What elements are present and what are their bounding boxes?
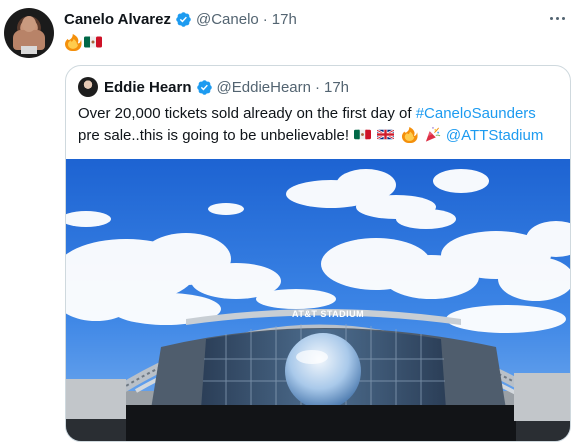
avatar-shorts <box>21 46 37 54</box>
quoted-text-line1: Over 20,000 tickets sold already on the … <box>78 105 412 122</box>
quoted-tweet-card[interactable]: Eddie Hearn @EddieHearn · 17h Over 20,00… <box>65 65 571 442</box>
more-options-icon[interactable] <box>544 8 570 28</box>
party-popper-emoji-icon <box>424 126 441 143</box>
uk-flag-emoji-icon <box>376 126 395 143</box>
quoted-tweet-header: Eddie Hearn @EddieHearn · 17h <box>78 77 349 97</box>
author-handle[interactable]: @Canelo <box>196 11 259 28</box>
author-name[interactable]: Canelo Alvarez <box>64 11 171 28</box>
quoted-tweet-text: Over 20,000 tickets sold already on the … <box>78 103 562 147</box>
quoted-verified-badge-icon <box>196 79 213 96</box>
mexico-flag-emoji-icon <box>84 33 102 51</box>
attached-stadium-photo[interactable]: AT&T STADIUM <box>66 159 570 441</box>
mexico-flag-emoji-icon <box>354 126 372 143</box>
quoted-author-avatar[interactable] <box>78 77 98 97</box>
quoted-timestamp[interactable]: 17h <box>324 79 349 96</box>
verified-badge-icon <box>175 11 192 28</box>
quoted-author-name[interactable]: Eddie Hearn <box>104 79 192 96</box>
tweet-header: Canelo Alvarez @Canelo · 17h <box>64 9 297 29</box>
quoted-text-line2: pre sale..this is going to be unbelievab… <box>78 127 350 144</box>
hashtag-link[interactable]: #CaneloSaunders <box>416 105 536 122</box>
quoted-author-handle[interactable]: @EddieHearn <box>217 79 311 96</box>
mention-link[interactable]: @ATTStadium <box>446 127 543 144</box>
avatar-head <box>22 16 36 32</box>
quoted-separator-dot: · <box>314 78 320 96</box>
stadium-sign-text: AT&T STADIUM <box>292 309 365 319</box>
separator-dot: · <box>262 10 268 28</box>
tweet-text <box>64 32 102 52</box>
author-avatar[interactable] <box>4 8 54 58</box>
fire-emoji-icon <box>401 126 418 143</box>
tweet[interactable]: Canelo Alvarez @Canelo · 17h Eddie Hearn… <box>0 0 582 444</box>
tweet-timestamp[interactable]: 17h <box>272 11 297 28</box>
fire-emoji-icon <box>64 33 82 51</box>
